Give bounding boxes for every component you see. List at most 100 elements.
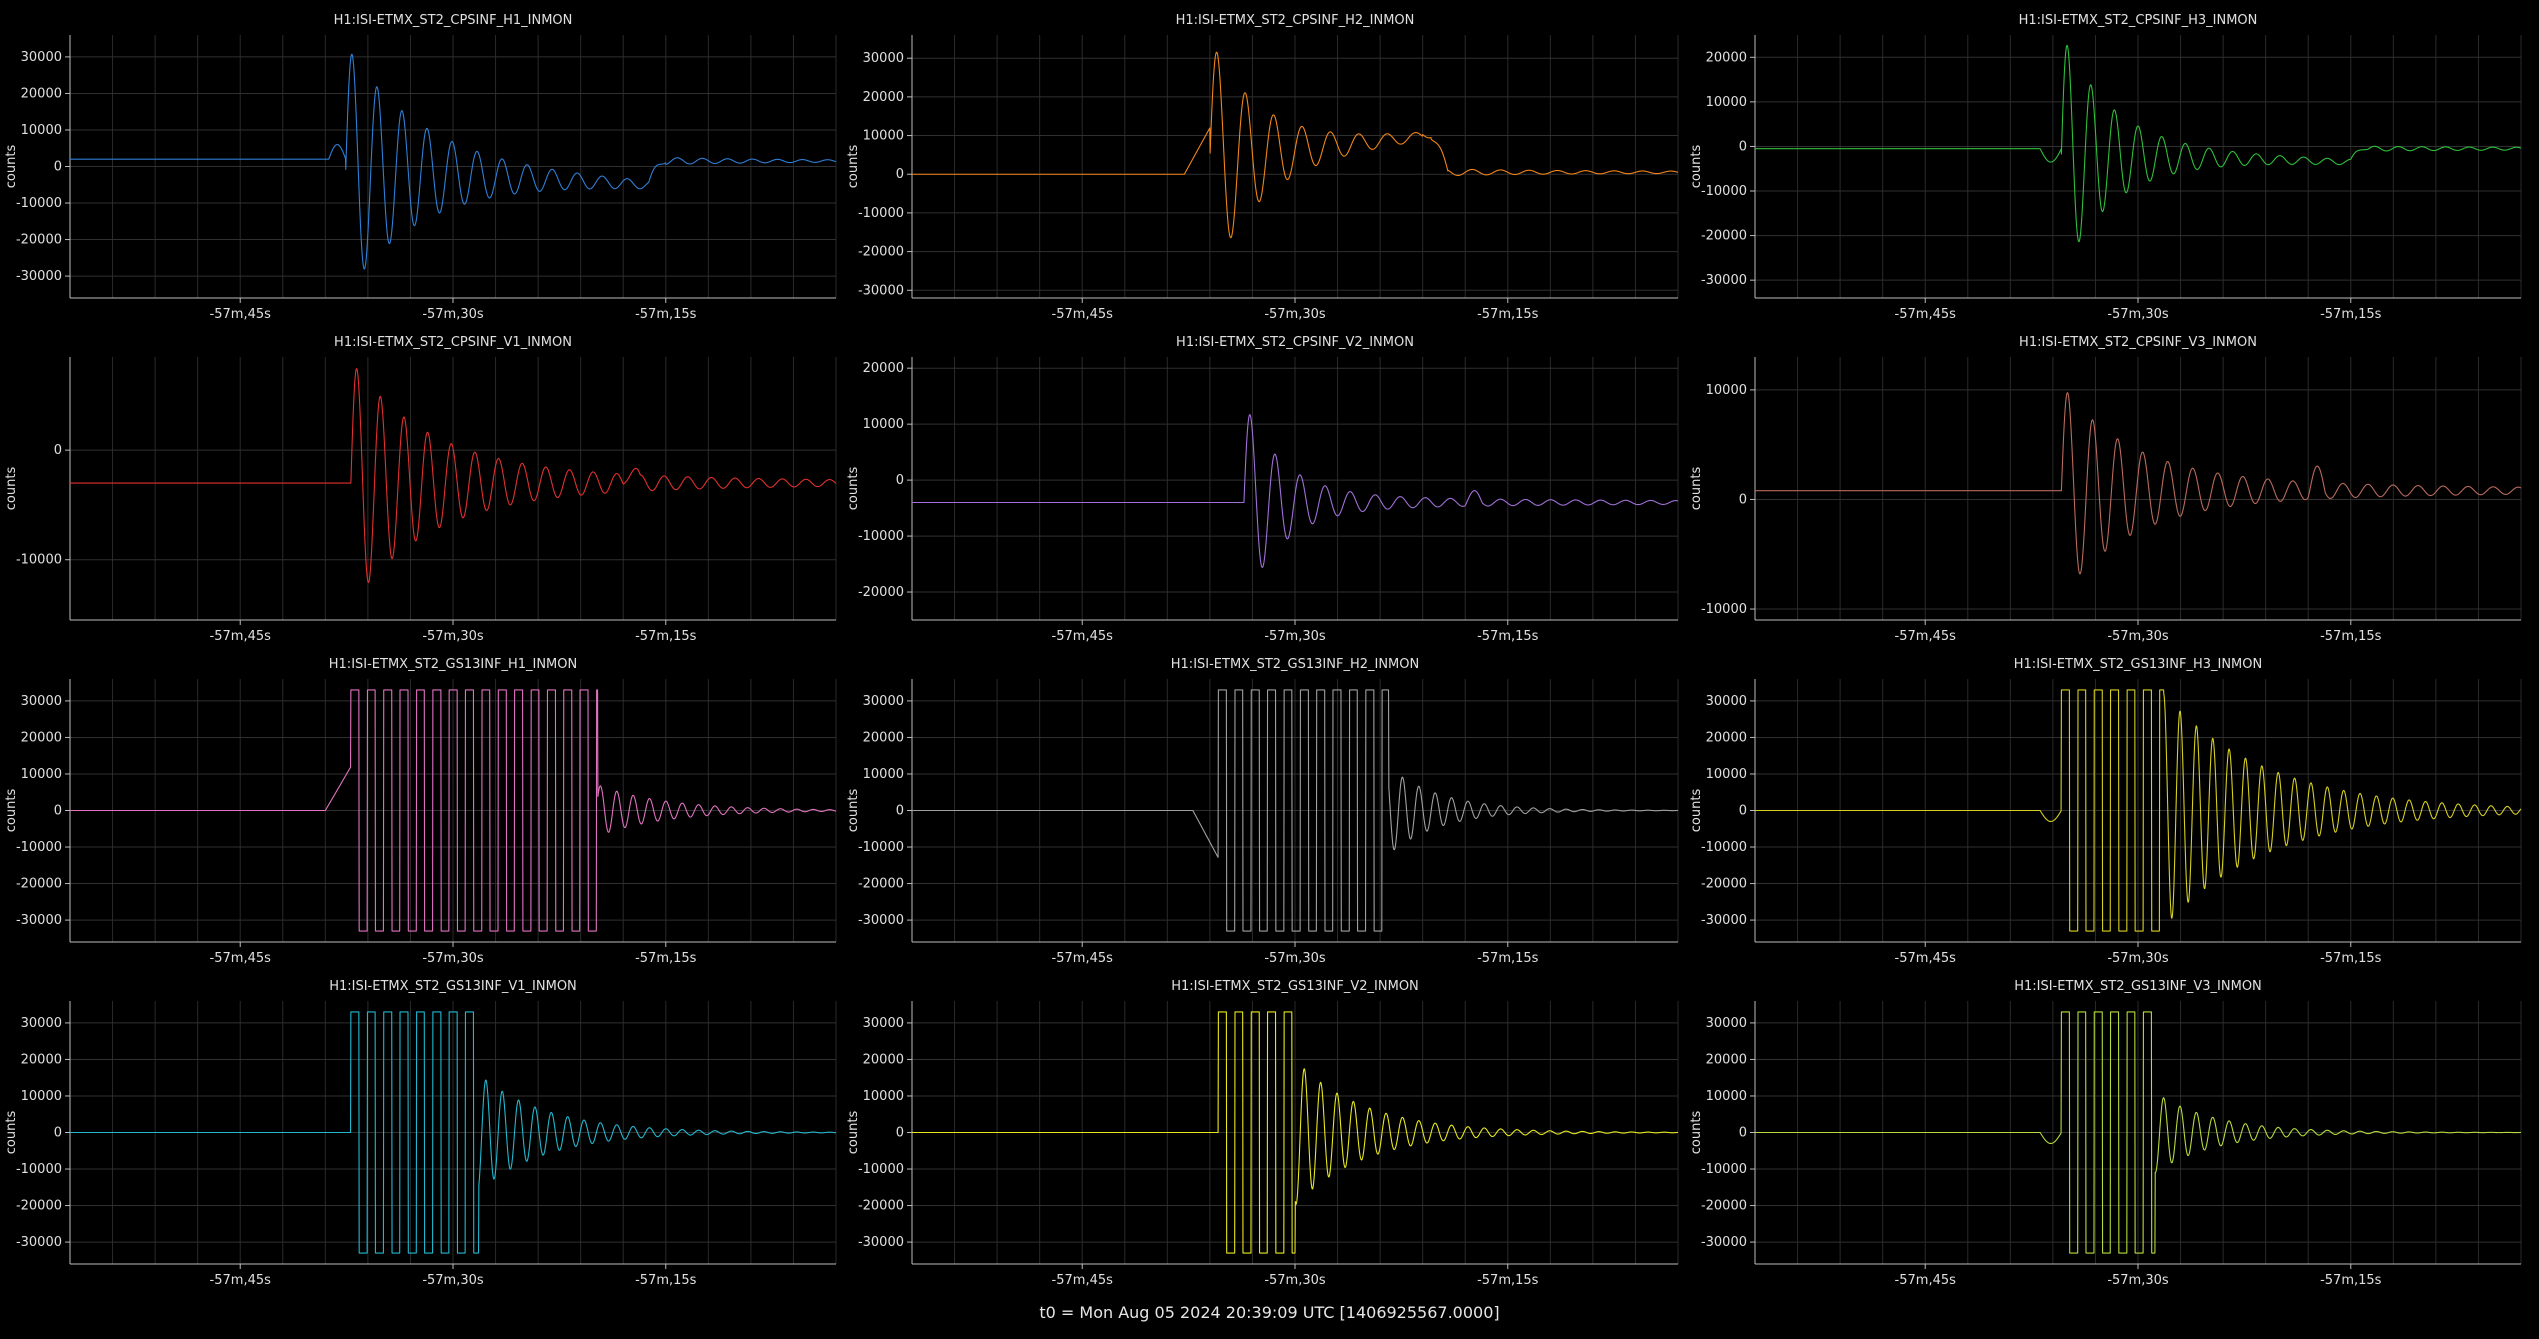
y-tick-label: 10000: [1706, 383, 1747, 398]
y-tick-label: 10000: [863, 1089, 904, 1104]
chart-panel-10: H1:ISI-ETMX_ST2_GS13INF_V1_INMONcounts 30…: [4, 979, 837, 1288]
x-tick-label: -57m,15s: [635, 629, 697, 644]
y-tick-label: 0: [896, 167, 904, 182]
x-tick-label: -57m,45s: [1895, 1273, 1957, 1288]
y-tick-label: 20000: [863, 1052, 904, 1067]
x-tick-label: -57m,45s: [1052, 629, 1114, 644]
y-tick-label: 30000: [21, 1016, 62, 1031]
x-tick-label: -57m,45s: [1895, 951, 1957, 966]
y-tick-label: 30000: [863, 1016, 904, 1031]
y-tick-label: 20000: [1706, 50, 1747, 65]
y-tick-label: 20000: [863, 90, 904, 105]
y-tick-label: -20000: [1701, 877, 1747, 892]
x-tick-label: -57m,45s: [1895, 307, 1957, 322]
y-tick-label: 10000: [21, 123, 62, 138]
x-tick-label: -57m,30s: [2107, 1273, 2169, 1288]
y-tick-label: -10000: [1701, 1162, 1747, 1177]
chart-panel-5: H1:ISI-ETMX_ST2_CPSINF_V2_INMONcounts 200…: [846, 335, 1679, 644]
y-tick-label: 30000: [21, 50, 62, 65]
y-axis-label: counts: [1689, 1111, 1704, 1155]
x-tick-label: -57m,30s: [2107, 951, 2169, 966]
y-axis-label: counts: [4, 789, 19, 833]
y-axis-label: counts: [4, 467, 19, 511]
y-tick-label: -20000: [1701, 1199, 1747, 1214]
x-tick-label: -57m,30s: [2107, 629, 2169, 644]
y-tick-label: 0: [54, 443, 62, 458]
x-tick-label: -57m,15s: [1477, 307, 1539, 322]
x-tick-label: -57m,30s: [422, 1273, 484, 1288]
chart-panel-3: H1:ISI-ETMX_ST2_CPSINF_H3_INMONcounts 200…: [1689, 13, 2522, 322]
y-tick-label: 10000: [21, 1089, 62, 1104]
x-tick-label: -57m,30s: [1264, 307, 1326, 322]
y-axis-label: counts: [1689, 467, 1704, 511]
x-tick-label: -57m,45s: [210, 951, 272, 966]
chart-panel-2: H1:ISI-ETMX_ST2_CPSINF_H2_INMONcounts 300…: [846, 13, 1679, 322]
y-tick-label: 20000: [21, 1052, 62, 1067]
x-tick-label: -57m,30s: [1264, 629, 1326, 644]
chart-panel-8: H1:ISI-ETMX_ST2_GS13INF_H2_INMONcounts 30…: [846, 657, 1679, 966]
y-tick-label: 10000: [1706, 1089, 1747, 1104]
x-tick-label: -57m,15s: [2320, 629, 2382, 644]
y-tick-label: 20000: [863, 730, 904, 745]
y-tick-label: -20000: [16, 1199, 62, 1214]
chart-title: H1:ISI-ETMX_ST2_CPSINF_H3_INMON: [2019, 13, 2258, 28]
y-axis-label: counts: [846, 145, 861, 189]
y-tick-label: -20000: [858, 877, 904, 892]
y-tick-label: -20000: [858, 1199, 904, 1214]
y-tick-label: -20000: [858, 245, 904, 260]
y-axis-label: counts: [1689, 789, 1704, 833]
y-tick-label: 0: [1739, 804, 1747, 819]
chart-title: H1:ISI-ETMX_ST2_CPSINF_H1_INMON: [334, 13, 573, 28]
x-tick-label: -57m,45s: [210, 629, 272, 644]
y-tick-label: 10000: [1706, 767, 1747, 782]
y-axis-label: counts: [846, 1111, 861, 1155]
x-tick-label: -57m,15s: [2320, 1273, 2382, 1288]
y-tick-label: -30000: [1701, 913, 1747, 928]
y-tick-label: -30000: [1701, 273, 1747, 288]
x-tick-label: -57m,45s: [1895, 629, 1957, 644]
y-tick-label: -10000: [1701, 602, 1747, 617]
y-tick-label: -10000: [858, 206, 904, 221]
y-tick-label: -30000: [16, 1235, 62, 1250]
y-tick-label: -10000: [858, 840, 904, 855]
x-tick-label: -57m,15s: [1477, 629, 1539, 644]
y-tick-label: -10000: [858, 1162, 904, 1177]
y-tick-label: -30000: [1701, 1235, 1747, 1250]
plot-grid: H1:ISI-ETMX_ST2_CPSINF_H1_INMONcounts 300…: [4, 13, 2522, 1288]
x-tick-label: -57m,15s: [1477, 1273, 1539, 1288]
y-tick-label: -30000: [858, 1235, 904, 1250]
y-tick-label: 30000: [21, 694, 62, 709]
y-tick-label: -20000: [16, 233, 62, 248]
chart-panel-1: H1:ISI-ETMX_ST2_CPSINF_H1_INMONcounts 300…: [4, 13, 837, 322]
chart-panel-9: H1:ISI-ETMX_ST2_GS13INF_H3_INMONcounts 30…: [1689, 657, 2522, 966]
y-tick-label: -30000: [16, 913, 62, 928]
y-tick-label: 0: [896, 473, 904, 488]
y-tick-label: 10000: [863, 417, 904, 432]
y-tick-label: 0: [1739, 1126, 1747, 1141]
y-axis-label: counts: [4, 145, 19, 189]
y-tick-label: -20000: [16, 877, 62, 892]
x-tick-label: -57m,30s: [2107, 307, 2169, 322]
chart-panel-6: H1:ISI-ETMX_ST2_CPSINF_V3_INMONcounts 100…: [1689, 335, 2522, 644]
x-tick-label: -57m,45s: [1052, 1273, 1114, 1288]
y-tick-label: -10000: [1701, 840, 1747, 855]
y-tick-label: -10000: [858, 529, 904, 544]
chart-title: H1:ISI-ETMX_ST2_CPSINF_H2_INMON: [1176, 13, 1415, 28]
x-tick-label: -57m,30s: [422, 307, 484, 322]
y-tick-label: -30000: [16, 269, 62, 284]
x-tick-label: -57m,45s: [210, 1273, 272, 1288]
chart-title: H1:ISI-ETMX_ST2_GS13INF_V2_INMON: [1171, 979, 1419, 994]
y-tick-label: 0: [896, 804, 904, 819]
y-tick-label: -30000: [858, 913, 904, 928]
chart-title: H1:ISI-ETMX_ST2_CPSINF_V3_INMON: [2019, 335, 2257, 350]
y-tick-label: -10000: [16, 553, 62, 568]
x-tick-label: -57m,30s: [422, 629, 484, 644]
y-tick-label: -30000: [858, 283, 904, 298]
x-tick-label: -57m,15s: [635, 307, 697, 322]
y-tick-label: 0: [896, 1126, 904, 1141]
y-tick-label: 10000: [863, 129, 904, 144]
y-tick-label: 20000: [21, 86, 62, 101]
chart-panel-4: H1:ISI-ETMX_ST2_CPSINF_V1_INMONcounts 0 -1…: [4, 335, 837, 644]
y-tick-label: -10000: [16, 1162, 62, 1177]
x-tick-label: -57m,15s: [635, 951, 697, 966]
